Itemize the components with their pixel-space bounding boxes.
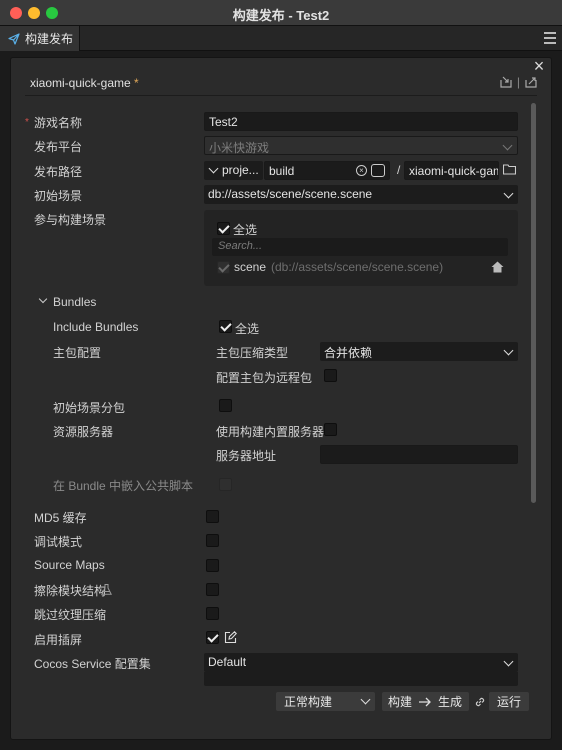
include-bundles-checkbox[interactable] [219,320,232,333]
vertical-scrollbar[interactable] [531,103,536,503]
chevron-down-icon [503,188,514,199]
tab-build-publish[interactable]: 构建发布 [0,26,80,51]
tab-label: 构建发布 [25,32,74,46]
compress-type-label: 主包压缩类型 [216,346,289,360]
embed-scripts-label: 在 Bundle 中嵌入公共脚本 [53,479,194,493]
debug-mode-checkbox[interactable] [206,534,219,547]
run-button[interactable]: 运行 [489,692,529,711]
source-maps-checkbox[interactable] [206,559,219,572]
remote-main-package-label: 配置主包为远程包 [216,371,313,385]
start-scene-subpackage-checkbox[interactable] [219,399,232,412]
md5-cache-checkbox[interactable] [206,510,219,523]
home-icon [491,261,504,273]
compress-type-select[interactable]: 合并依赖 [320,342,518,361]
chevron-down-icon [502,140,513,151]
resource-server-label: 资源服务器 [53,425,114,439]
scene-search-input[interactable]: Search... [212,238,508,256]
erase-module-label: 擦除模块结构 [34,584,107,598]
cocos-service-select[interactable]: Default [204,653,518,672]
scene-list-box: 全选 Search... scene (db://assets/scene/sc… [204,210,518,286]
clear-icon[interactable]: × [356,165,367,176]
edit-icon[interactable] [224,631,237,644]
debug-mode-label: 调试模式 [34,535,83,549]
platform-header: xiaomi-quick-game * | [25,70,537,96]
start-scene-select[interactable]: db://assets/scene/scene.scene [204,185,518,204]
required-marker: * [25,117,29,128]
md5-cache-label: MD5 缓存 [34,511,87,525]
service-config-area [204,672,518,686]
game-name-label: 游戏名称 [34,116,83,130]
search-icon[interactable] [371,164,385,177]
unsaved-marker: * [134,76,139,90]
scenes-label: 参与构建场景 [34,213,107,227]
platform-value: 小米快游戏 [209,141,270,155]
bundles-label[interactable]: Bundles [53,295,96,309]
embed-scripts-checkbox [219,478,232,491]
cocos-service-label: Cocos Service 配置集 [34,657,151,671]
folder-icon[interactable] [503,164,516,175]
path-slash: / [397,163,401,177]
header-actions: | [500,75,537,89]
build-dir-value: build [269,164,295,178]
builtin-server-checkbox[interactable] [324,423,337,436]
skip-texture-compress-checkbox[interactable] [206,607,219,620]
compress-type-value: 合并依赖 [324,346,373,360]
scenes-select-all-checkbox[interactable] [217,222,230,235]
start-scene-label: 初始场景 [34,189,83,203]
start-scene-subpackage-label: 初始场景分包 [53,401,126,415]
server-address-input[interactable] [320,445,518,464]
server-address-label: 服务器地址 [216,449,277,463]
skip-texture-compress-label: 跳过纹理压缩 [34,608,107,622]
source-maps-label: Source Maps [34,558,105,572]
include-bundles-label: Include Bundles [53,320,139,334]
splash-screen-checkbox[interactable] [206,631,219,644]
builtin-server-label: 使用构建内置服务器 [216,425,325,439]
chevron-down-icon [360,694,371,705]
platform-label: 发布平台 [34,140,83,154]
platform-select: 小米快游戏 [204,136,518,155]
window-titlebar: 构建发布 - Test2 [0,0,562,26]
chevron-down-icon [503,656,514,667]
include-bundles-select-all: 全选 [235,322,260,336]
chevron-down-icon [208,163,219,174]
scenes-select-all-label: 全选 [233,223,258,237]
window-title: 构建发布 - Test2 [232,8,330,23]
remote-main-package-checkbox[interactable] [324,369,337,382]
cocos-service-value: Default [208,655,247,669]
output-name-input[interactable]: xiaomi-quick-gam [404,161,499,180]
start-scene-value: db://assets/scene/scene.scene [208,187,373,201]
scene-item-name: scene [234,260,267,274]
header-separator: | [516,75,520,89]
link-icon[interactable] [474,696,486,708]
path-root-select[interactable]: proje... [204,161,263,180]
game-name-input[interactable]: Test2 [204,112,518,131]
menu-icon[interactable] [544,32,556,44]
flask-icon [101,584,112,595]
build-button[interactable]: 构建 [388,693,412,710]
arrow-right-icon [419,697,431,706]
tab-bar: 构建发布 [0,26,562,51]
erase-module-checkbox[interactable] [206,583,219,596]
splash-screen-label: 启用插屏 [34,633,83,647]
path-root-value: proje... [222,163,259,177]
export-icon[interactable] [525,76,537,88]
platform-title: xiaomi-quick-game * [30,76,139,90]
build-mode-select[interactable]: 正常构建 [276,692,375,711]
scene-item-path: (db://assets/scene/scene.scene) [271,260,444,274]
run-label: 运行 [496,695,521,709]
build-mode-value: 正常构建 [284,695,333,709]
generate-button[interactable]: 生成 [438,693,462,710]
platform-name: xiaomi-quick-game [30,76,131,90]
chevron-down-icon [503,345,514,356]
scene-item-checkbox [217,261,230,274]
import-icon[interactable] [500,76,512,88]
build-generate-group: 构建 生成 [382,692,469,711]
build-path-label: 发布路径 [34,165,83,179]
send-icon [8,32,20,45]
build-dir-input[interactable]: build × [264,161,390,180]
main-package-label: 主包配置 [53,346,102,360]
